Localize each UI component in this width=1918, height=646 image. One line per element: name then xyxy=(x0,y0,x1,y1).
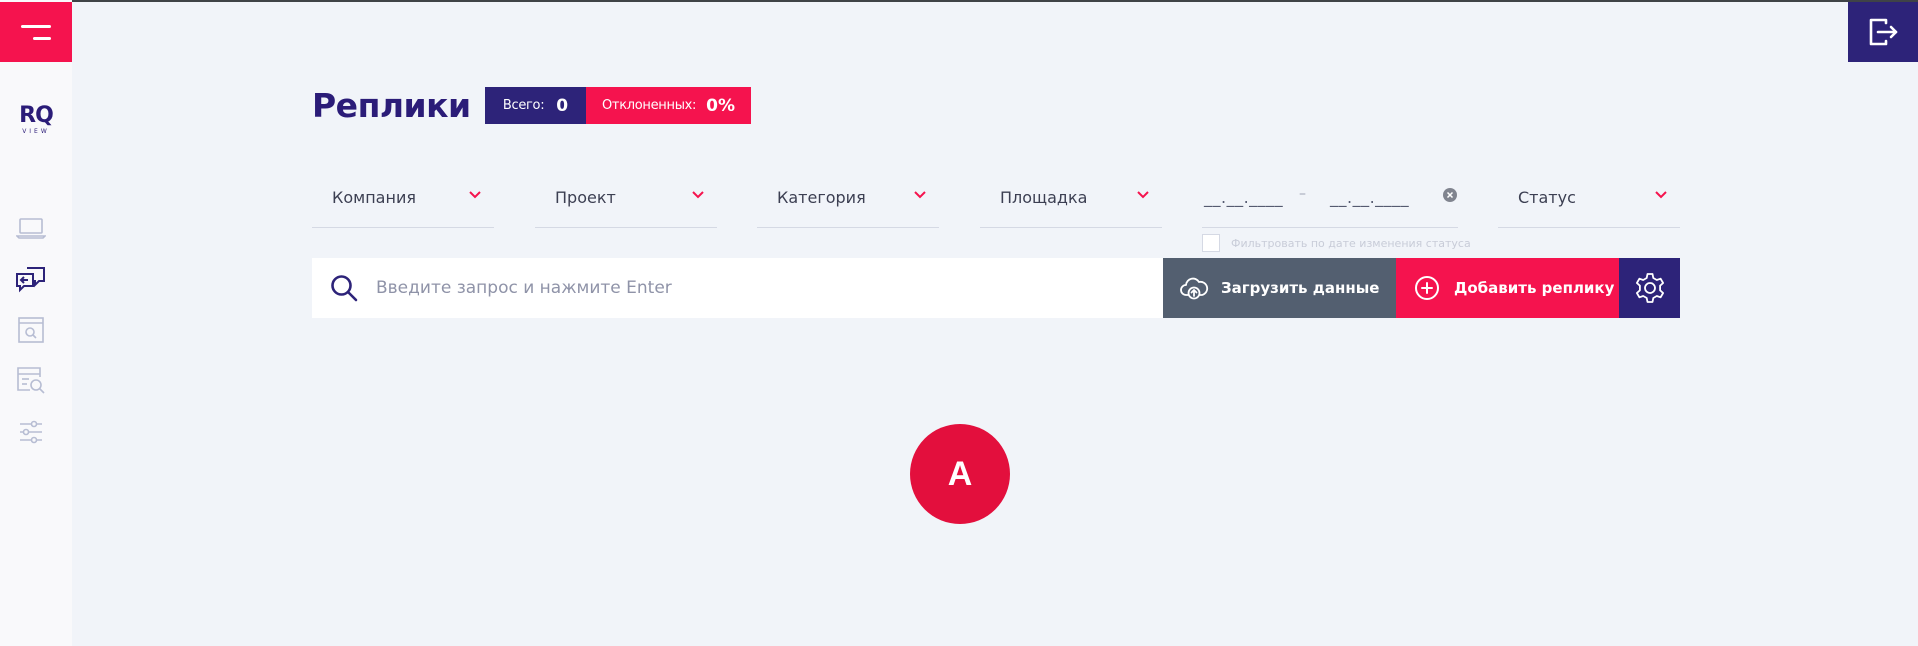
sidebar: RQ VIEW xyxy=(0,0,72,646)
company-select[interactable]: Компания xyxy=(312,176,494,228)
app-logo[interactable]: RQ VIEW xyxy=(10,103,62,136)
plus-circle-icon xyxy=(1415,276,1439,300)
category-select-label: Категория xyxy=(777,188,866,207)
logo-subtext: VIEW xyxy=(22,128,50,135)
sidebar-item-settings-sliders[interactable] xyxy=(15,416,47,448)
company-select-label: Компания xyxy=(332,188,416,207)
laptop-icon xyxy=(16,218,46,239)
logo-text: RQ xyxy=(19,103,54,128)
settings-button[interactable] xyxy=(1619,258,1680,318)
rejected-label: Отклоненных: xyxy=(601,98,697,113)
chevron-down-icon xyxy=(914,191,926,199)
sidebar-item-browser-search[interactable] xyxy=(15,314,47,346)
chevron-down-icon xyxy=(1655,191,1667,199)
page-title: Реплики xyxy=(312,86,471,125)
chevron-down-icon xyxy=(692,191,704,199)
top-border xyxy=(0,0,1918,2)
sidebar-item-replies[interactable] xyxy=(15,263,47,295)
status-select-label: Статус xyxy=(1518,188,1576,207)
browser-search-icon xyxy=(18,317,44,343)
logout-button[interactable] xyxy=(1848,2,1918,62)
status-date-checkbox-label: Фильтровать по дате изменения статуса xyxy=(1231,236,1471,250)
total-value: 0 xyxy=(556,95,569,116)
upload-data-button[interactable]: Загрузить данные xyxy=(1163,258,1396,318)
upload-data-label: Загрузить данные xyxy=(1221,279,1380,297)
menu-icon xyxy=(21,25,51,28)
avatar[interactable]: A xyxy=(910,424,1010,524)
status-date-filter: Фильтровать по дате изменения статуса xyxy=(1202,233,1471,253)
date-separator: – xyxy=(1299,186,1306,202)
search-bar xyxy=(312,258,1163,318)
logout-icon xyxy=(1869,18,1898,46)
add-reply-label: Добавить реплику xyxy=(1454,279,1615,297)
search-input[interactable] xyxy=(376,258,1156,318)
rejected-value: 0% xyxy=(706,95,736,116)
clear-date-icon[interactable] xyxy=(1443,188,1457,202)
status-date-checkbox[interactable] xyxy=(1202,234,1220,252)
menu-icon-line xyxy=(33,37,51,40)
avatar-letter: A xyxy=(947,454,973,493)
total-badge: Всего: 0 xyxy=(485,87,586,124)
gear-icon xyxy=(1635,273,1664,303)
rejected-badge: Отклоненных: 0% xyxy=(586,87,751,124)
list-search-icon xyxy=(17,367,45,394)
project-select[interactable]: Проект xyxy=(535,176,717,228)
platform-select[interactable]: Площадка xyxy=(980,176,1162,228)
date-range: __.__.____ – __.__.____ xyxy=(1202,176,1458,228)
status-select[interactable]: Статус xyxy=(1498,176,1680,228)
cloud-upload-icon xyxy=(1180,277,1209,300)
chevron-down-icon xyxy=(1137,191,1149,199)
date-to-input[interactable]: __.__.____ xyxy=(1330,188,1409,207)
search-icon xyxy=(331,275,358,302)
menu-button[interactable] xyxy=(0,2,72,62)
chat-reply-icon xyxy=(16,267,45,293)
sliders-icon xyxy=(20,420,42,444)
category-select[interactable]: Категория xyxy=(757,176,939,228)
sidebar-item-list-search[interactable] xyxy=(15,365,47,397)
chevron-down-icon xyxy=(469,191,481,199)
project-select-label: Проект xyxy=(555,188,616,207)
sidebar-item-laptop[interactable] xyxy=(15,212,47,244)
date-from-input[interactable]: __.__.____ xyxy=(1204,188,1283,207)
platform-select-label: Площадка xyxy=(1000,188,1088,207)
total-label: Всего: xyxy=(502,98,545,113)
add-reply-button[interactable]: Добавить реплику xyxy=(1396,258,1619,318)
